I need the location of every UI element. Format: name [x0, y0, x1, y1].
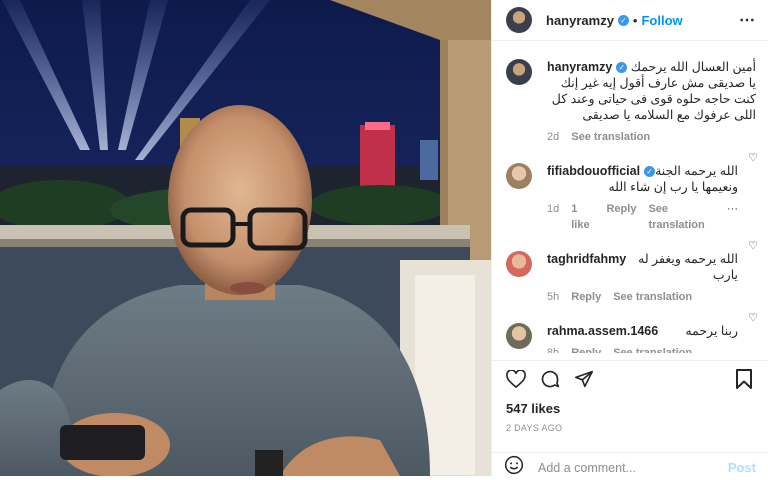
more-options-icon[interactable]: ⋯: [739, 10, 756, 30]
avatar[interactable]: [506, 59, 532, 85]
comment-username[interactable]: taghridfahmy: [547, 251, 626, 267]
post-time: 2 DAYS AGO: [506, 423, 563, 433]
comment-text: ربنا يرحمه: [685, 324, 738, 338]
caption-username[interactable]: hanyramzy: [547, 59, 612, 75]
comment-meta: 1d 1 like Reply See translation ···: [547, 201, 738, 233]
comment-likes[interactable]: 1 like: [571, 201, 594, 233]
emoji-icon[interactable]: [504, 455, 524, 480]
comments-list[interactable]: hanyramzy ✓ أمين العسال الله يرحمك يا صدي…: [492, 41, 768, 353]
avatar[interactable]: [506, 251, 532, 277]
comment-username[interactable]: rahma.assem.1466: [547, 323, 658, 339]
photo-illustration: [0, 0, 491, 476]
reply-button[interactable]: Reply: [571, 289, 601, 305]
comment-like-icon[interactable]: ♡: [748, 239, 758, 252]
comment-time: 1d: [547, 203, 560, 215]
verified-icon: ✓: [617, 14, 629, 26]
follow-button[interactable]: Follow: [641, 13, 682, 28]
avatar[interactable]: [506, 7, 532, 33]
comment-item: rahma.assem.1466 ربنا يرحمه 8h Reply See…: [492, 305, 768, 353]
reply-button[interactable]: Reply: [606, 201, 636, 233]
comment-like-icon[interactable]: ♡: [748, 151, 758, 164]
comment-item: fifiabdouofficial ✓ الله يرحمه الجنة ونعي…: [492, 145, 768, 233]
add-comment-bar: Post: [492, 452, 768, 476]
avatar[interactable]: [506, 323, 532, 349]
comment-username[interactable]: fifiabdouofficial: [547, 163, 640, 179]
caption: hanyramzy ✓ أمين العسال الله يرحمك يا صدي…: [492, 41, 768, 145]
comment-like-icon[interactable]: ♡: [748, 311, 758, 324]
caption-meta: 2d See translation: [547, 129, 756, 145]
comment-time: 5h: [547, 291, 560, 303]
comment-item: taghridfahmy الله يرحمه ويغفر له يارب 5h…: [492, 233, 768, 305]
comment-more-icon[interactable]: ···: [727, 201, 738, 233]
bookmark-icon[interactable]: [732, 367, 756, 391]
comment-input[interactable]: [536, 459, 728, 476]
verified-icon: ✓: [616, 62, 628, 73]
post-header: hanyramzy ✓ • Follow ⋯: [492, 0, 768, 41]
verified-icon: ✓: [644, 166, 656, 177]
share-icon[interactable]: [572, 367, 596, 391]
see-translation-link[interactable]: See translation: [613, 289, 692, 305]
likes-count[interactable]: 547 likes: [506, 401, 560, 416]
comment-meta: 5h Reply See translation: [547, 289, 738, 305]
header-username[interactable]: hanyramzy: [546, 13, 614, 28]
see-translation-link[interactable]: See translation: [613, 345, 692, 353]
post-sidebar: hanyramzy ✓ • Follow ⋯ hanyramzy ✓ أمين ا…: [491, 0, 768, 476]
caption-time: 2d: [547, 131, 560, 143]
comment-time: 8h: [547, 347, 560, 353]
post-photo[interactable]: [0, 0, 491, 476]
post-comment-button[interactable]: Post: [728, 460, 756, 475]
comment-text: الله يرحمه ويغفر له يارب: [638, 252, 738, 282]
heart-icon[interactable]: [504, 367, 528, 391]
comment-icon[interactable]: [538, 367, 562, 391]
see-translation-link[interactable]: See translation: [571, 129, 650, 145]
separator-dot: •: [632, 12, 638, 28]
see-translation-link[interactable]: See translation: [648, 201, 715, 233]
reply-button[interactable]: Reply: [571, 345, 601, 353]
avatar[interactable]: [506, 163, 532, 189]
comment-meta: 8h Reply See translation: [547, 345, 738, 353]
action-bar: [492, 360, 768, 397]
